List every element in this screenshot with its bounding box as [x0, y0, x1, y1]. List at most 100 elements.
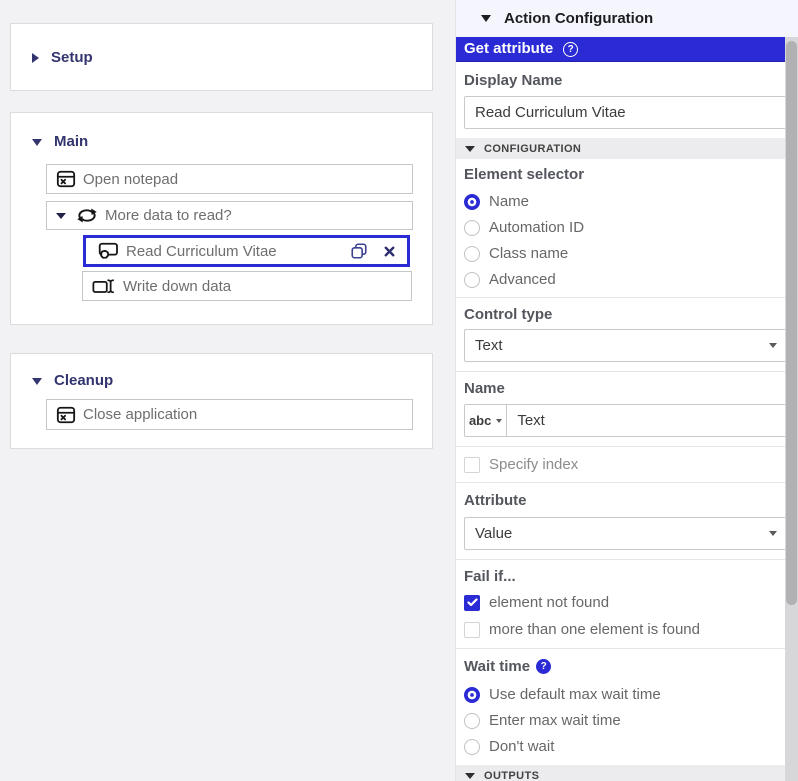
control-type-select[interactable]: Text	[464, 329, 790, 362]
configuration-section-bar[interactable]: CONFIGURATION	[456, 138, 798, 159]
chevron-down-icon	[465, 145, 475, 152]
type-text-icon	[92, 278, 116, 295]
app-window-close-icon	[56, 169, 76, 189]
scrollbar-thumb[interactable]	[786, 41, 797, 605]
checkbox-unchecked-icon[interactable]	[464, 621, 480, 638]
checkbox-option-element-not-found[interactable]: element not found	[464, 593, 790, 612]
radio-unselected-icon[interactable]	[464, 712, 480, 729]
panel-header-action-configuration[interactable]: Action Configuration	[456, 0, 798, 37]
divider	[456, 371, 798, 372]
checkbox-label: Specify index	[489, 456, 579, 473]
radio-unselected-icon[interactable]	[464, 219, 480, 236]
attribute-section: Attribute Value	[456, 491, 798, 550]
flow-node-close-application[interactable]: Close application	[46, 399, 413, 430]
radio-selected-icon[interactable]	[464, 193, 480, 210]
display-name-section: Display Name	[456, 71, 798, 129]
value-type-dropdown[interactable]: abc	[464, 404, 508, 437]
control-type-section: Control type Text	[456, 305, 798, 362]
radio-selected-icon[interactable]	[464, 686, 480, 703]
node-label: Open notepad	[83, 170, 179, 188]
group-title: Cleanup	[54, 372, 114, 389]
radio-label: Automation ID	[489, 219, 585, 236]
fail-if-section: Fail if... element not found more than o…	[456, 567, 798, 639]
scrollbar-track[interactable]	[785, 37, 798, 781]
radio-unselected-icon[interactable]	[464, 271, 480, 288]
flow-node-write-down-data[interactable]: Write down data	[82, 271, 412, 301]
chevron-down-icon	[465, 772, 475, 779]
radio-label: Advanced	[489, 271, 556, 288]
attribute-value: Value	[475, 525, 513, 542]
flow-node-read-curriculum-vitae[interactable]: Read Curriculum Vitae	[83, 235, 410, 267]
element-selector-section: Element selector Name Automation ID Clas…	[456, 165, 798, 289]
name-input[interactable]	[506, 404, 790, 437]
element-capture-icon	[95, 241, 119, 261]
node-label: Write down data	[123, 277, 232, 295]
flow-node-more-data-to-read[interactable]: More data to read?	[46, 201, 413, 230]
attribute-select[interactable]: Value	[464, 517, 790, 550]
chevron-down-icon	[496, 418, 503, 423]
radio-option-advanced[interactable]: Advanced	[464, 270, 790, 289]
name-combo-field: abc	[464, 404, 790, 437]
radio-option-enter-max-wait[interactable]: Enter max wait time	[464, 711, 790, 730]
group-header-setup[interactable]: Setup	[32, 48, 93, 68]
flow-node-open-notepad[interactable]: Open notepad	[46, 164, 413, 194]
radio-label: Don't wait	[489, 738, 555, 755]
divider	[456, 297, 798, 298]
group-card-cleanup: Cleanup Close application	[10, 353, 433, 449]
group-card-main: Main Open notepad More data to read? Rea…	[10, 112, 433, 325]
fail-if-label: Fail if...	[464, 568, 516, 585]
outputs-section-bar[interactable]: OUTPUTS	[456, 765, 798, 781]
group-title: Main	[54, 133, 89, 150]
name-label: Name	[464, 380, 505, 397]
radio-label: Enter max wait time	[489, 712, 621, 729]
display-name-label: Display Name	[464, 72, 563, 89]
divider	[456, 482, 798, 483]
chevron-down-icon	[769, 343, 777, 348]
group-header-main[interactable]: Main	[32, 132, 88, 152]
group-header-cleanup[interactable]: Cleanup	[32, 371, 113, 391]
value-type-label: abc	[468, 413, 492, 428]
radio-option-use-default-max-wait[interactable]: Use default max wait time	[464, 685, 790, 704]
configuration-bar-label: CONFIGURATION	[484, 142, 582, 155]
node-label: Close application	[83, 406, 198, 423]
group-title: Setup	[51, 49, 93, 66]
checkbox-option-specify-index[interactable]: Specify index	[464, 455, 790, 474]
radio-label: Use default max wait time	[489, 686, 661, 703]
close-icon[interactable]	[383, 245, 396, 258]
radio-unselected-icon[interactable]	[464, 245, 480, 262]
divider	[456, 446, 798, 447]
group-card-setup: Setup	[10, 23, 433, 91]
radio-option-class-name[interactable]: Class name	[464, 244, 790, 263]
help-circle-icon[interactable]: ?	[563, 41, 579, 57]
radio-label: Name	[489, 193, 530, 210]
name-section: Name abc	[456, 379, 798, 437]
node-label: Read Curriculum Vitae	[126, 242, 277, 260]
radio-option-name[interactable]: Name	[464, 192, 790, 211]
control-type-label: Control type	[464, 306, 553, 323]
checkbox-checked-icon[interactable]	[464, 594, 480, 611]
help-circle-icon[interactable]: ?	[536, 659, 552, 674]
divider	[456, 559, 798, 560]
chevron-down-icon[interactable]	[56, 212, 66, 219]
radio-option-automation-id[interactable]: Automation ID	[464, 218, 790, 237]
radio-unselected-icon[interactable]	[464, 738, 480, 755]
flow-editor: Setup Main Open notepad More data to rea…	[0, 0, 798, 781]
outputs-bar-label: OUTPUTS	[484, 769, 540, 781]
node-label: More data to read?	[105, 207, 232, 224]
chevron-down-icon	[32, 377, 42, 385]
display-name-input[interactable]	[464, 96, 790, 129]
app-window-close-icon	[56, 405, 76, 425]
wait-time-label: Wait time	[464, 658, 531, 675]
action-type-title: Get attribute	[464, 40, 554, 57]
chevron-down-icon	[32, 138, 42, 146]
specify-index-section: Specify index	[456, 455, 798, 474]
wait-time-label-row: Wait time ?	[464, 657, 790, 676]
copy-icon[interactable]	[350, 242, 368, 260]
chevron-down-icon	[481, 15, 491, 22]
workspace-canvas: Setup Main Open notepad More data to rea…	[0, 0, 455, 781]
wait-time-section: Wait time ? Use default max wait time En…	[456, 657, 798, 756]
checkbox-option-more-than-one-element[interactable]: more than one element is found	[464, 620, 790, 639]
radio-option-dont-wait[interactable]: Don't wait	[464, 737, 790, 756]
checkbox-unchecked-icon[interactable]	[464, 456, 480, 473]
radio-label: Class name	[489, 245, 569, 262]
